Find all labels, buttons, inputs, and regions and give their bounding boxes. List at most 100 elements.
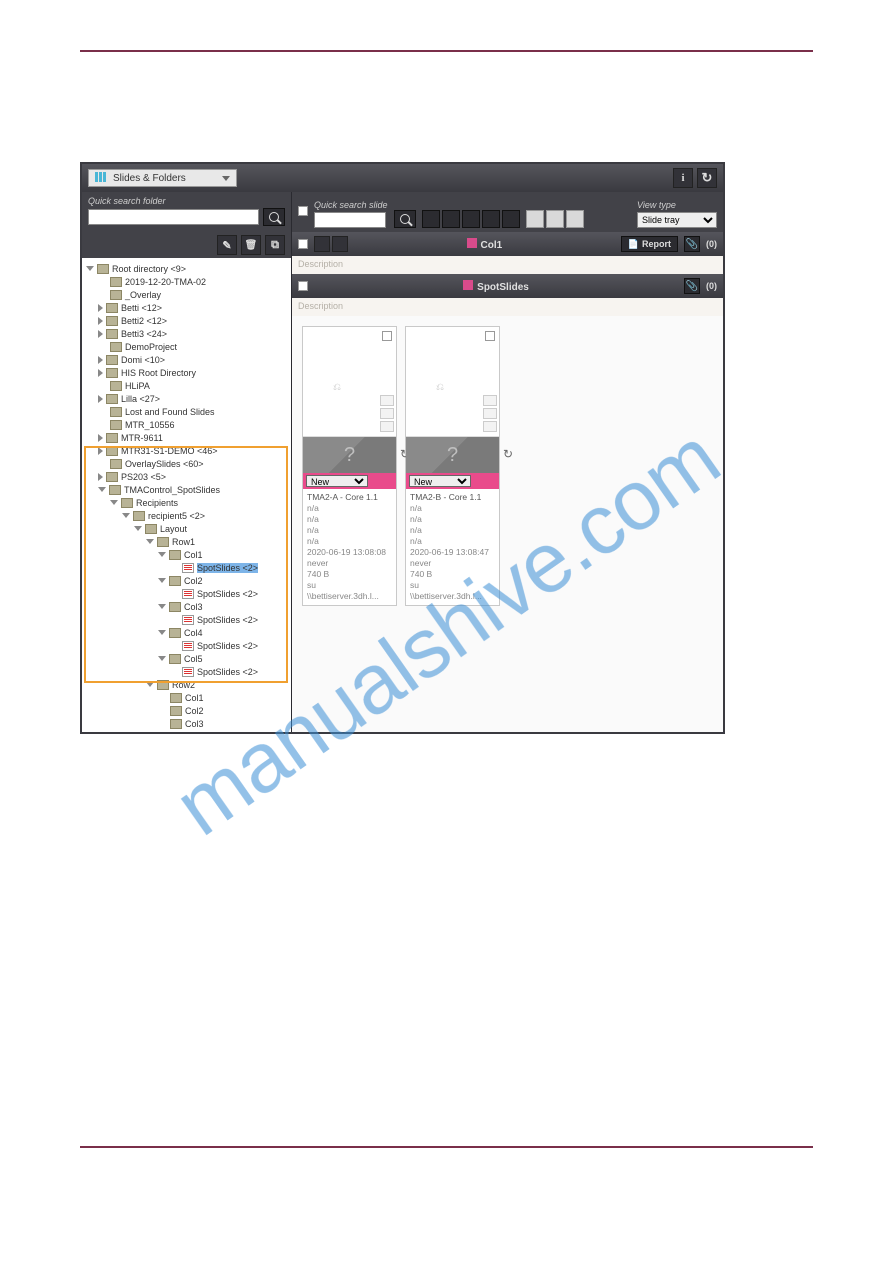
- tree-expander-icon[interactable]: [98, 304, 103, 312]
- tree-item[interactable]: PS203 <5>: [96, 470, 287, 483]
- copy-folder-button[interactable]: [265, 235, 285, 255]
- tree-item[interactable]: Col2: [156, 574, 287, 587]
- delete-folder-button[interactable]: [241, 235, 261, 255]
- slide-card[interactable]: ⎌?↻NewTMA2-A - Core 1.1n/an/an/an/a2020-…: [302, 326, 397, 606]
- slide-action-button[interactable]: [380, 408, 394, 419]
- slide-action-button[interactable]: [380, 421, 394, 432]
- tree-expander-icon[interactable]: [98, 434, 103, 442]
- report-button[interactable]: 📄Report: [621, 236, 678, 252]
- tree-item[interactable]: SpotSlides <2>: [168, 561, 287, 574]
- tree-item[interactable]: 2019-12-20-TMA-02: [96, 275, 287, 288]
- tree-item[interactable]: Row1: [144, 535, 287, 548]
- tree-item[interactable]: Col1: [156, 548, 287, 561]
- slide-action-button[interactable]: [483, 395, 497, 406]
- tree-expander-icon[interactable]: [158, 630, 166, 635]
- col-tool-button-1[interactable]: [314, 236, 330, 252]
- tree-expander-icon[interactable]: [98, 356, 103, 364]
- tree-expander-icon[interactable]: [110, 500, 118, 505]
- tree-item[interactable]: Col3: [156, 717, 287, 730]
- tree-item[interactable]: TMAControl_SpotSlides: [96, 483, 287, 496]
- filter-button-3[interactable]: [462, 210, 480, 228]
- tree-item[interactable]: Col2: [156, 704, 287, 717]
- spot-select-checkbox[interactable]: [298, 281, 308, 291]
- tree-expander-icon[interactable]: [158, 604, 166, 609]
- tree-item[interactable]: Col4: [156, 730, 287, 732]
- refresh-icon[interactable]: ↻: [503, 447, 515, 459]
- col-select-checkbox[interactable]: [298, 239, 308, 249]
- filter-button-2[interactable]: [442, 210, 460, 228]
- tree-expander-icon[interactable]: [158, 656, 166, 661]
- tree-expander-icon[interactable]: [86, 266, 94, 271]
- tree-item[interactable]: Layout: [132, 522, 287, 535]
- tree-item[interactable]: MTR31-S1-DEMO <46>: [96, 444, 287, 457]
- viewtype-select[interactable]: Slide tray: [637, 212, 717, 228]
- view-button-1[interactable]: [526, 210, 544, 228]
- slide-action-button[interactable]: [483, 421, 497, 432]
- tree-item[interactable]: MTR_10556: [96, 418, 287, 431]
- col-tool-button-2[interactable]: [332, 236, 348, 252]
- tree-item[interactable]: SpotSlides <2>: [168, 665, 287, 678]
- view-button-3[interactable]: [566, 210, 584, 228]
- tree-item[interactable]: _Overlay: [96, 288, 287, 301]
- slide-card[interactable]: ⎌?↻NewTMA2-B - Core 1.1n/an/an/an/a2020-…: [405, 326, 500, 606]
- tree-item[interactable]: Betti3 <24>: [96, 327, 287, 340]
- filter-button-1[interactable]: [422, 210, 440, 228]
- tree-item[interactable]: Root directory <9>: [84, 262, 287, 275]
- col-attach-button[interactable]: 📎: [684, 236, 700, 252]
- slide-status-select[interactable]: New: [409, 475, 471, 487]
- tree-expander-icon[interactable]: [98, 395, 103, 403]
- slide-search-button[interactable]: [394, 210, 416, 228]
- tree-expander-icon[interactable]: [98, 317, 103, 325]
- tree-item[interactable]: Domi <10>: [96, 353, 287, 366]
- tree-item[interactable]: HIS Root Directory: [96, 366, 287, 379]
- folder-tree[interactable]: Root directory <9>2019-12-20-TMA-02_Over…: [82, 258, 291, 732]
- tree-item[interactable]: recipient5 <2>: [120, 509, 287, 522]
- slide-checkbox[interactable]: [382, 331, 392, 341]
- slide-action-button[interactable]: [380, 395, 394, 406]
- tree-expander-icon[interactable]: [98, 447, 103, 455]
- select-all-top-checkbox[interactable]: [298, 206, 308, 216]
- tree-item[interactable]: SpotSlides <2>: [168, 639, 287, 652]
- edit-folder-button[interactable]: [217, 235, 237, 255]
- tree-item[interactable]: HLiPA: [96, 379, 287, 392]
- slide-action-button[interactable]: [483, 408, 497, 419]
- tree-expander-icon[interactable]: [98, 473, 103, 481]
- filter-button-4[interactable]: [482, 210, 500, 228]
- tree-expander-icon[interactable]: [146, 539, 154, 544]
- tree-item[interactable]: Row2: [144, 678, 287, 691]
- tree-item[interactable]: Col4: [156, 626, 287, 639]
- refresh-button[interactable]: [697, 168, 717, 188]
- folder-search-input[interactable]: [88, 209, 259, 225]
- tree-expander-icon[interactable]: [98, 487, 106, 492]
- tree-expander-icon[interactable]: [122, 513, 130, 518]
- tree-item[interactable]: Betti2 <12>: [96, 314, 287, 327]
- tree-item[interactable]: Betti <12>: [96, 301, 287, 314]
- tree-item[interactable]: Recipients: [108, 496, 287, 509]
- tree-expander-icon[interactable]: [158, 578, 166, 583]
- panel-selector-dropdown[interactable]: Slides & Folders: [88, 169, 237, 187]
- slide-status-select[interactable]: New: [306, 475, 368, 487]
- filter-button-5[interactable]: [502, 210, 520, 228]
- tree-expander-icon[interactable]: [98, 330, 103, 338]
- tree-expander-icon[interactable]: [98, 369, 103, 377]
- slide-search-input[interactable]: [314, 212, 386, 228]
- slide-meta-row: n/a: [307, 536, 392, 547]
- tree-item[interactable]: Col5: [156, 652, 287, 665]
- tree-item[interactable]: Lilla <27>: [96, 392, 287, 405]
- view-button-2[interactable]: [546, 210, 564, 228]
- spot-attach-button[interactable]: 📎: [684, 278, 700, 294]
- tree-item[interactable]: OverlaySlides <60>: [96, 457, 287, 470]
- tree-expander-icon[interactable]: [158, 552, 166, 557]
- tree-expander-icon[interactable]: [146, 682, 154, 687]
- tree-item[interactable]: Col3: [156, 600, 287, 613]
- folder-search-button[interactable]: [263, 208, 285, 226]
- tree-expander-icon[interactable]: [134, 526, 142, 531]
- tree-item[interactable]: MTR-9611: [96, 431, 287, 444]
- info-button[interactable]: [673, 168, 693, 188]
- tree-item[interactable]: SpotSlides <2>: [168, 613, 287, 626]
- tree-item[interactable]: DemoProject: [96, 340, 287, 353]
- tree-item[interactable]: Lost and Found Slides: [96, 405, 287, 418]
- slide-checkbox[interactable]: [485, 331, 495, 341]
- tree-item[interactable]: SpotSlides <2>: [168, 587, 287, 600]
- tree-item[interactable]: Col1: [156, 691, 287, 704]
